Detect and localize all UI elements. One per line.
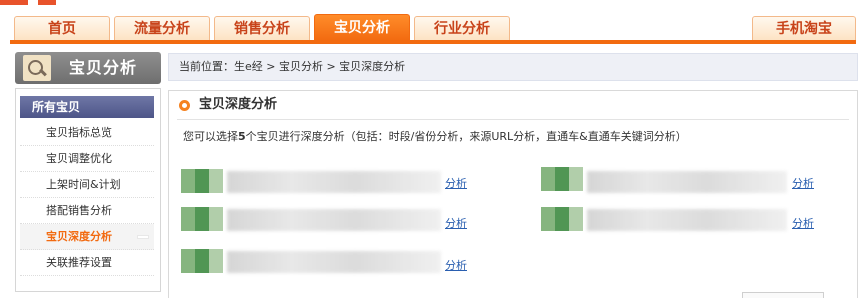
- section-description: 您可以选择5个宝贝进行深度分析（包括：时段/省份分析，来源URL分析，直通车&直…: [183, 129, 687, 145]
- sidebar-item-related-recommend[interactable]: 关联推荐设置: [20, 250, 154, 276]
- analyze-link[interactable]: 分析: [792, 175, 814, 191]
- desc-suffix: 个宝贝进行深度分析（包括：时段/省份分析，来源URL分析，直通车&直通车关键词分…: [245, 130, 687, 143]
- magnifier-icon: [23, 55, 51, 81]
- product-title-redacted: [227, 209, 441, 231]
- tab-sales-analysis[interactable]: 销售分析: [214, 16, 310, 41]
- product-thumbnail[interactable]: [181, 207, 223, 231]
- product-title-redacted: [587, 209, 787, 231]
- sidebar-item-product-overview[interactable]: 宝贝指标总览: [20, 120, 154, 146]
- nav-baseline: [10, 40, 856, 44]
- main-panel: 宝贝深度分析 您可以选择5个宝贝进行深度分析（包括：时段/省份分析，来源URL分…: [168, 90, 858, 298]
- section-title: 宝贝深度分析: [199, 97, 278, 112]
- sidebar-header: 宝贝分析: [15, 52, 161, 84]
- product-thumbnail[interactable]: [181, 169, 223, 193]
- analyze-link[interactable]: 分析: [445, 257, 467, 273]
- tab-mobile-taobao[interactable]: 手机淘宝: [752, 16, 856, 41]
- desc-prefix: 您可以选择: [183, 130, 238, 143]
- sidebar-header-title: 宝贝分析: [69, 58, 138, 77]
- product-title-redacted: [587, 171, 787, 193]
- main-nav: 首页 流量分析 销售分析 宝贝分析 行业分析 手机淘宝: [0, 14, 864, 44]
- sidebar-item-bundle-sales[interactable]: 搭配销售分析: [20, 198, 154, 224]
- product-title-redacted: [227, 251, 441, 273]
- logo-mark-right: [38, 0, 56, 5]
- product-thumbnail[interactable]: [541, 207, 583, 231]
- tab-home[interactable]: 首页: [14, 16, 110, 41]
- product-thumbnail[interactable]: [541, 167, 583, 191]
- tab-traffic-analysis[interactable]: 流量分析: [114, 16, 210, 41]
- section-divider: [177, 119, 849, 120]
- sidebar-item-deep-analysis[interactable]: 宝贝深度分析: [20, 224, 154, 250]
- sidebar-item-product-optimize[interactable]: 宝贝调整优化: [20, 146, 154, 172]
- breadcrumb: 当前位置：生e经 > 宝贝分析 > 宝贝深度分析: [168, 53, 858, 81]
- sidebar-menu: 所有宝贝 宝贝指标总览 宝贝调整优化 上架时间&计划 搭配销售分析 宝贝深度分析…: [15, 88, 161, 292]
- tab-product-analysis[interactable]: 宝贝分析: [314, 14, 410, 41]
- sidebar-item-listing-schedule[interactable]: 上架时间&计划: [20, 172, 154, 198]
- logo-mark-left: [0, 0, 28, 5]
- product-title-redacted: [227, 171, 441, 193]
- analyze-link[interactable]: 分析: [792, 215, 814, 231]
- logo-strip: [0, 0, 864, 12]
- section-bullet-icon: [179, 100, 190, 111]
- tab-industry-analysis[interactable]: 行业分析: [414, 16, 510, 41]
- product-thumbnail[interactable]: [181, 249, 223, 273]
- sidebar-menu-title[interactable]: 所有宝贝: [20, 96, 154, 118]
- desc-count: 5: [238, 130, 246, 143]
- bottom-right-box: [742, 292, 824, 298]
- analyze-link[interactable]: 分析: [445, 175, 467, 191]
- analyze-link[interactable]: 分析: [445, 215, 467, 231]
